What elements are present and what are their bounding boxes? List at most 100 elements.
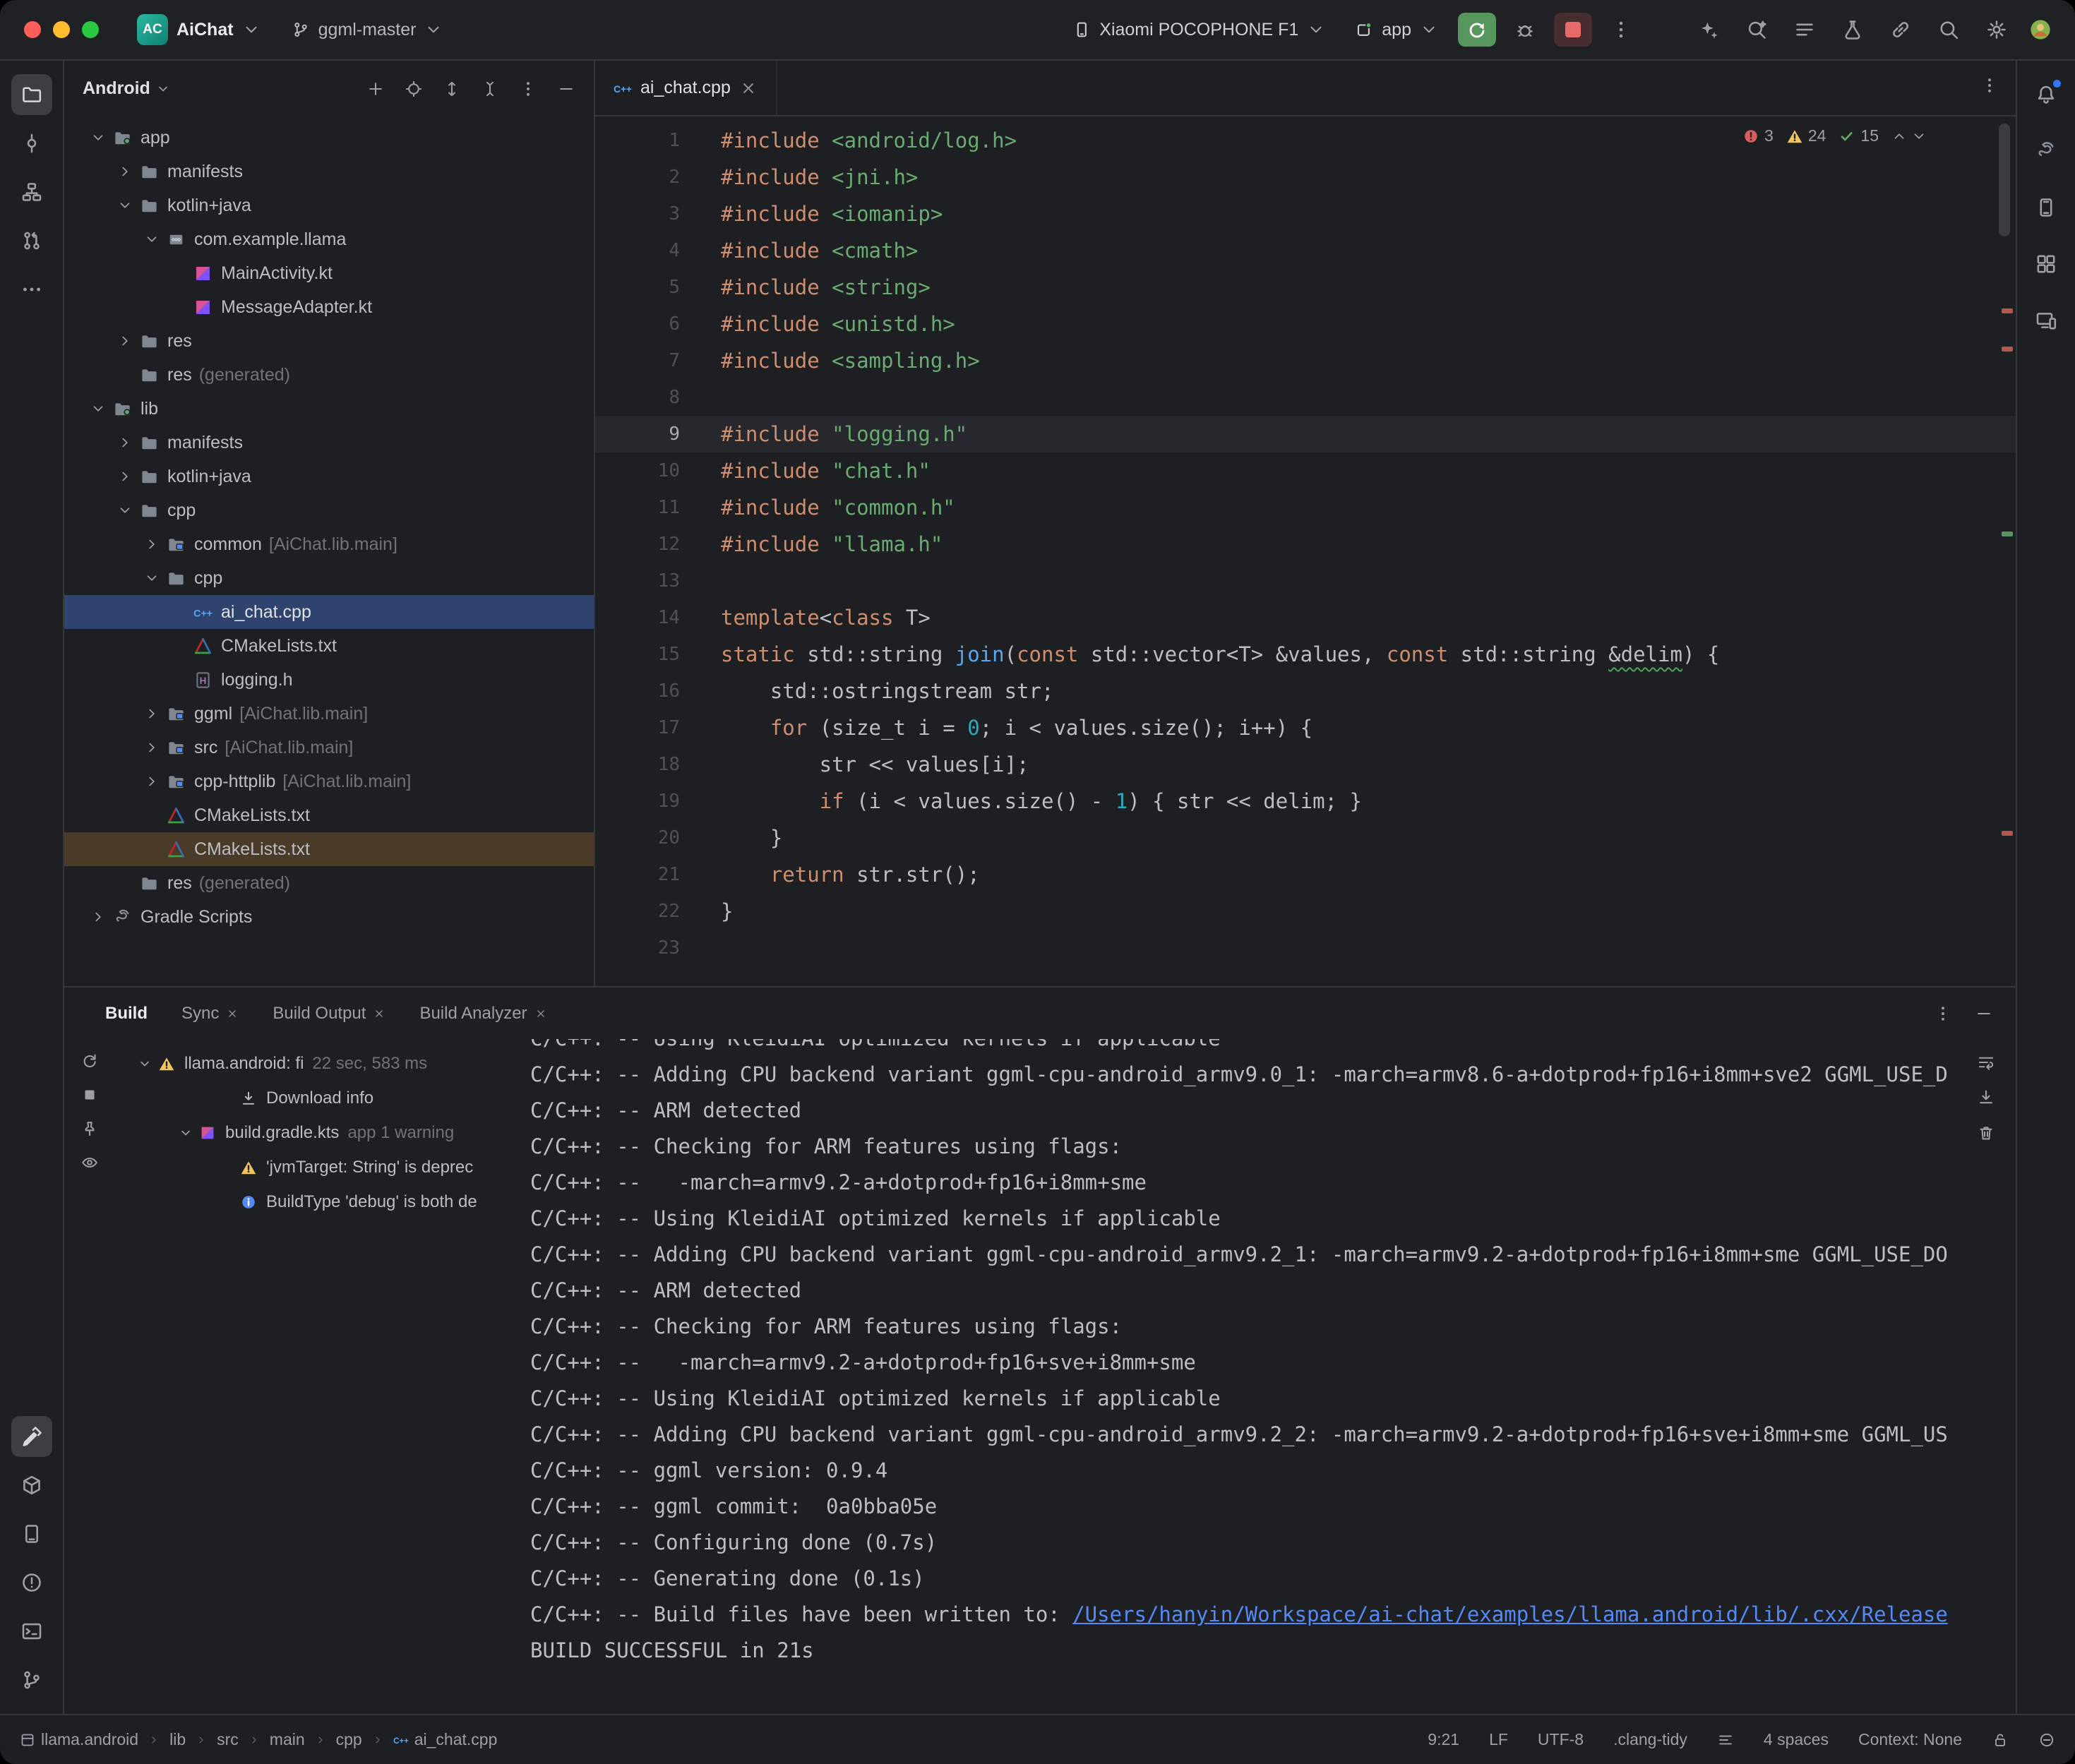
tree-item-ai-chat-cpp[interactable]: C++ai_chat.cpp: [64, 595, 594, 629]
status-cursor-position[interactable]: 9:21: [1428, 1730, 1459, 1749]
chevron-down-icon[interactable]: [139, 232, 165, 247]
project-view-selector[interactable]: Android: [83, 78, 170, 99]
error-stripe-mark[interactable]: [2002, 831, 2013, 836]
vcs-branch-widget[interactable]: ggml-master: [282, 14, 453, 46]
commit-button[interactable]: [11, 123, 52, 164]
chevron-down-icon[interactable]: [85, 401, 111, 416]
build-button[interactable]: [11, 1416, 52, 1457]
tree-item-res[interactable]: res(generated): [64, 866, 594, 900]
build-tab-build[interactable]: Build: [88, 988, 165, 1039]
build-event-jvmtarget-string-is-deprec[interactable]: 'jvmTarget: String' is deprec: [115, 1150, 510, 1184]
zoom-window-button[interactable]: [82, 21, 99, 38]
structure-button[interactable]: [11, 172, 52, 212]
tree-item-cmakelists-txt[interactable]: CMakeLists.txt: [64, 629, 594, 663]
lock-icon[interactable]: [1992, 1732, 2009, 1748]
rerun-button[interactable]: [1458, 13, 1496, 47]
packages-button[interactable]: [11, 1465, 52, 1506]
change-stripe-mark[interactable]: [2002, 532, 2013, 536]
device-explorer-button[interactable]: [11, 1513, 52, 1554]
status-indent[interactable]: 4 spaces: [1764, 1730, 1829, 1749]
minimize-window-button[interactable]: [53, 21, 70, 38]
status-encoding[interactable]: UTF-8: [1538, 1730, 1584, 1749]
tree-item-manifests[interactable]: manifests: [64, 155, 594, 188]
tree-item-cpp[interactable]: cpp: [64, 561, 594, 595]
chevron-down-icon[interactable]: [139, 570, 165, 586]
options-icon[interactable]: [1934, 1004, 1952, 1023]
tree-item-kotlin-java[interactable]: kotlin+java: [64, 460, 594, 493]
code-editor[interactable]: 1#include <android/log.h>2#include <jni.…: [595, 116, 2016, 986]
tree-item-common[interactable]: common[AiChat.lib.main]: [64, 527, 594, 561]
tree-item-cmakelists-txt[interactable]: CMakeLists.txt: [64, 798, 594, 832]
notifications-button[interactable]: [2026, 74, 2067, 115]
ai-assistant-button[interactable]: [1690, 13, 1728, 47]
stop-button[interactable]: [1554, 13, 1592, 47]
build-event-download-info[interactable]: Download info: [115, 1081, 510, 1115]
chevron-right-icon[interactable]: [139, 536, 165, 552]
status-context[interactable]: Context: None: [1858, 1730, 1962, 1749]
close-tab-icon[interactable]: [226, 1007, 239, 1020]
chevron-down-icon[interactable]: [174, 1126, 197, 1140]
options-icon[interactable]: [519, 80, 537, 98]
editor-scrollbar[interactable]: [1999, 124, 2010, 236]
chevron-right-icon[interactable]: [112, 469, 138, 484]
settings-button[interactable]: [1978, 13, 2016, 47]
chevron-down-icon[interactable]: [112, 198, 138, 213]
tree-item-cpp[interactable]: cpp: [64, 493, 594, 527]
next-problem-icon[interactable]: [1911, 128, 1927, 144]
breadcrumb-ai-chat-cpp[interactable]: C++ai_chat.cpp: [393, 1730, 498, 1749]
locate-file-icon[interactable]: [405, 80, 423, 98]
tree-item-mainactivity-kt[interactable]: MainActivity.kt: [64, 256, 594, 290]
project-widget[interactable]: AC AiChat: [127, 8, 270, 51]
preview-icon[interactable]: [80, 1153, 99, 1172]
editor-tab-ai-chat-cpp[interactable]: C++ ai_chat.cpp: [595, 61, 777, 115]
debug-button[interactable]: [1506, 13, 1544, 47]
clear-icon[interactable]: [1977, 1124, 1995, 1142]
user-avatar-button[interactable]: [2026, 15, 2055, 44]
breadcrumb-main[interactable]: main: [270, 1730, 305, 1749]
tree-item-src[interactable]: src[AiChat.lib.main]: [64, 731, 594, 764]
search-button[interactable]: [1930, 13, 1968, 47]
chevron-right-icon[interactable]: [139, 706, 165, 721]
tree-item-cpp-httplib[interactable]: cpp-httplib[AiChat.lib.main]: [64, 764, 594, 798]
gradle-button[interactable]: [2026, 131, 2067, 172]
breadcrumb-llama-android[interactable]: llama.android: [20, 1730, 138, 1749]
hide-icon[interactable]: [1975, 1004, 1993, 1023]
run-configuration-selector[interactable]: app: [1345, 14, 1448, 46]
build-console[interactable]: C/C++: -- Using KleidiAI optimized kerne…: [510, 1039, 1956, 1714]
chevron-down-icon[interactable]: [85, 130, 111, 145]
close-tab-icon[interactable]: [739, 79, 758, 97]
tree-item-cmakelists-txt[interactable]: CMakeLists.txt: [64, 832, 594, 866]
editor-options-icon[interactable]: [1980, 76, 1999, 95]
project-button[interactable]: [11, 74, 52, 115]
tree-item-app[interactable]: app: [64, 121, 594, 155]
pull-requests-button[interactable]: [11, 220, 52, 261]
console-link[interactable]: /Users/hanyin/Workspace/ai-chat/examples…: [1072, 1602, 1948, 1626]
terminal-button[interactable]: [11, 1611, 52, 1652]
soft-wrap-icon[interactable]: [1977, 1053, 1995, 1072]
expand-all-icon[interactable]: [443, 80, 461, 98]
tree-item-logging-h[interactable]: Hlogging.h: [64, 663, 594, 697]
more-tool-windows-button[interactable]: [11, 269, 52, 310]
problems-button[interactable]: [11, 1562, 52, 1603]
close-tab-icon[interactable]: [534, 1007, 547, 1020]
build-event-buildtype-debug-is-both-de[interactable]: BuildType 'debug' is both de: [115, 1184, 510, 1219]
scroll-to-end-icon[interactable]: [1977, 1088, 1995, 1107]
tree-item-messageadapter-kt[interactable]: MessageAdapter.kt: [64, 290, 594, 324]
build-tab-build-analyzer[interactable]: Build Analyzer: [402, 988, 563, 1039]
close-tab-icon[interactable]: [373, 1007, 385, 1020]
tree-item-lib[interactable]: lib: [64, 392, 594, 426]
device-selector[interactable]: Xiaomi POCOPHONE F1: [1063, 14, 1335, 46]
status-clang-tidy[interactable]: .clang-tidy: [1613, 1730, 1687, 1749]
close-window-button[interactable]: [24, 21, 41, 38]
collapse-all-icon[interactable]: [481, 80, 499, 98]
errors-count[interactable]: 3: [1742, 126, 1774, 145]
chevron-down-icon[interactable]: [112, 503, 138, 518]
chevron-down-icon[interactable]: [133, 1057, 156, 1071]
tree-item-res[interactable]: res(generated): [64, 358, 594, 392]
passed-count[interactable]: 15: [1838, 126, 1879, 145]
version-control-button[interactable]: [11, 1660, 52, 1700]
chevron-right-icon[interactable]: [112, 164, 138, 179]
build-event-llama-android-fi[interactable]: llama.android: fi22 sec, 583 ms: [115, 1046, 510, 1081]
status-line-separator[interactable]: LF: [1489, 1730, 1508, 1749]
add-icon[interactable]: [366, 80, 385, 98]
